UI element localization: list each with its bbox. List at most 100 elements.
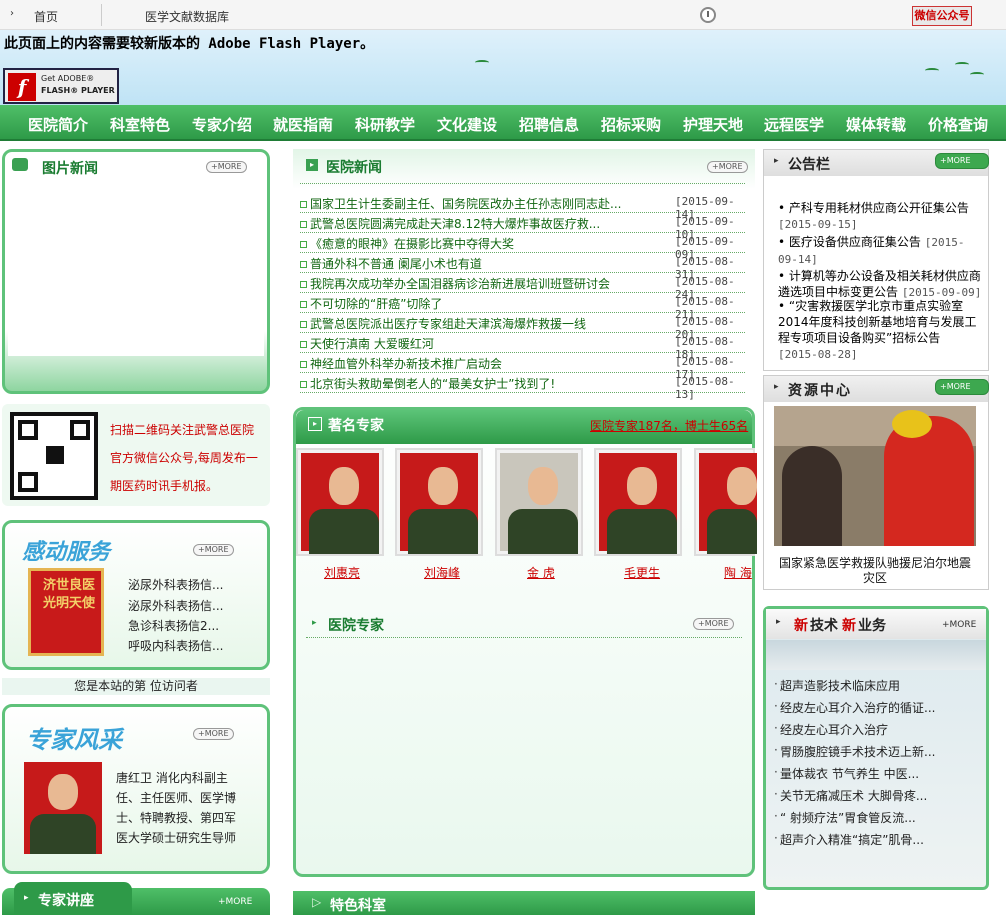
arrow-icon: ▸ — [308, 417, 322, 431]
news-title[interactable]: 我院再次成功举办全国泪器病诊治新进展培训班暨研讨会 — [310, 275, 640, 292]
news-item[interactable]: 武警总医院派出医疗专家组赴天津滨海爆炸救援一线 [2015-08-20] — [300, 313, 745, 341]
nav-item[interactable]: 医院简介 — [28, 114, 88, 135]
nav-item[interactable]: 远程医学 — [764, 114, 824, 135]
home-link[interactable]: 首页 — [34, 8, 58, 25]
news-title[interactable]: 国家卫生计生委副主任、国务院医改办主任孙志刚同志赴... — [310, 195, 640, 212]
list-item[interactable]: 经皮左心耳介入治疗 — [774, 721, 888, 738]
news-item[interactable]: 北京街头救助晕倒老人的“最美女护士”找到了! [2015-08-13] — [300, 373, 745, 401]
database-link[interactable]: 医学文献数据库 — [145, 8, 229, 25]
bird-icon — [970, 72, 984, 77]
newtech-title-a: 新 — [794, 618, 808, 634]
touching-more-button[interactable]: +MORE — [193, 544, 234, 556]
expert-lecture-more-button[interactable]: +MORE — [218, 897, 252, 907]
qr-code-icon — [10, 412, 98, 500]
notice-item-title[interactable]: 产科专用耗材供应商公开征集公告 — [789, 201, 969, 215]
notice-item-date: [2015-08-28] — [778, 348, 858, 361]
news-title[interactable]: 神经血管外科举办新技术推广启动会 — [310, 355, 640, 372]
nav-item[interactable]: 科室特色 — [110, 114, 170, 135]
expert-photo[interactable] — [296, 448, 384, 556]
divider — [300, 183, 745, 184]
expert-portrait[interactable] — [24, 762, 102, 854]
news-title[interactable]: 武警总医院派出医疗专家组赴天津滨海爆炸救援一线 — [310, 315, 640, 332]
hospital-experts-more-button[interactable]: +MORE — [693, 618, 734, 630]
famous-experts-title: 著名专家 — [328, 418, 384, 434]
news-item[interactable]: 武警总医院圆满完成赴天津8.12特大爆炸事故医疗救... [2015-09-10] — [300, 213, 745, 241]
list-item[interactable]: “ 射频疗法”胃食管反流... — [774, 809, 916, 826]
news-item[interactable]: 神经血管外科举办新技术推广启动会 [2015-08-17] — [300, 353, 745, 381]
arrow-icon: ▸ — [776, 617, 781, 627]
news-item[interactable]: 不可切除的“肝癌”切除了 [2015-08-21] — [300, 293, 745, 321]
list-item[interactable]: 急诊科表扬信2... — [128, 617, 219, 634]
banner: 此页面上的内容需要较新版本的 Adobe Flash Player。 f Get… — [0, 30, 1006, 105]
expert-name-link[interactable]: 金 虎 — [527, 564, 555, 581]
nav-item[interactable]: 招聘信息 — [519, 114, 579, 135]
qr-description: 扫描二维码关注武警总医院官方微信公众号,每周发布一期医药时讯手机报。 — [110, 423, 258, 493]
featured-dept-title: 特色科室 — [330, 898, 386, 914]
list-item[interactable]: 超声介入精准“搞定”肌骨... — [774, 831, 924, 848]
flash-icon: f — [8, 73, 36, 101]
get-flash-button[interactable]: f Get ADOBE® FLASH® PLAYER — [3, 68, 119, 104]
list-item[interactable]: 泌尿外科表扬信... — [128, 576, 223, 593]
news-title[interactable]: 不可切除的“肝癌”切除了 — [310, 295, 640, 312]
news-title[interactable]: 北京街头救助晕倒老人的“最美女护士”找到了! — [310, 375, 640, 392]
list-item[interactable]: 呼吸内科表扬信... — [128, 637, 223, 654]
news-item[interactable]: 天使行滇南 大爱暖红河 [2015-08-18] — [300, 333, 745, 361]
arrow-icon: ▸ — [774, 156, 779, 166]
expert-name-link[interactable]: 陶 海 — [724, 564, 752, 581]
resource-more-button[interactable]: +MORE — [935, 379, 989, 395]
expert-photo[interactable] — [495, 448, 583, 556]
nav-item[interactable]: 价格查询 — [928, 114, 988, 135]
notice-title: 公告栏 — [788, 157, 830, 173]
hospital-news-more-button[interactable]: +MORE — [707, 161, 748, 173]
photo-news-more-button[interactable]: +MORE — [206, 161, 247, 173]
expert-count-link[interactable]: 医院专家187名，博士生65名 — [590, 417, 748, 434]
expert-photo[interactable] — [694, 448, 757, 556]
notice-item-date: [2015-09-15] — [778, 218, 858, 231]
nav-item[interactable]: 专家介绍 — [192, 114, 252, 135]
expert-photo[interactable] — [594, 448, 682, 556]
expert-name-link[interactable]: 刘惠亮 — [324, 564, 360, 581]
notice-item[interactable]: • 医疗设备供应商征集公告 [2015-09-14] — [778, 234, 983, 268]
notice-item[interactable]: • “灾害救援医学北京市重点实验室2014年度科技创新基地培育与发展工程专项项目… — [778, 298, 983, 362]
newtech-title-c: 新 — [842, 618, 856, 634]
arrow-icon: ▸ — [312, 618, 317, 628]
list-item[interactable]: 泌尿外科表扬信... — [128, 597, 223, 614]
notice-item[interactable]: • 计算机等办公设备及相关耗材供应商遴选项目中标变更公告 [2015-09-09… — [778, 268, 983, 301]
news-item[interactable]: 普通外科不普通 阑尾小术也有道 [2015-08-31] — [300, 253, 745, 281]
notice-item-title[interactable]: “灾害救援医学北京市重点实验室2014年度科技创新基地培育与发展工程专项项目设备… — [778, 299, 977, 345]
nav-item[interactable]: 招标采购 — [601, 114, 661, 135]
rescue-photo[interactable] — [774, 406, 976, 546]
expert-photo[interactable] — [395, 448, 483, 556]
expert-name-link[interactable]: 刘海峰 — [424, 564, 460, 581]
news-item[interactable]: 我院再次成功举办全国泪器病诊治新进展培训班暨研讨会 [2015-08-24] — [300, 273, 745, 301]
nav-item[interactable]: 文化建设 — [437, 114, 497, 135]
expert-name-link[interactable]: 毛更生 — [624, 564, 660, 581]
list-item[interactable]: 关节无痛减压术 大脚骨疼... — [774, 787, 927, 804]
notice-item-title[interactable]: 医疗设备供应商征集公告 — [789, 235, 921, 249]
notice-item[interactable]: • 产科专用耗材供应商公开征集公告 [2015-09-15] — [778, 200, 983, 233]
expert-style-more-button[interactable]: +MORE — [193, 728, 234, 740]
wechat-link[interactable]: 微信公众号 — [912, 6, 972, 26]
news-item[interactable]: 《癒意的眼神》在摄影比赛中夺得大奖 [2015-09-09] — [300, 233, 745, 261]
list-item[interactable]: 胃肠腹腔镜手术技术迈上新... — [774, 743, 935, 760]
news-title[interactable]: 武警总医院圆满完成赴天津8.12特大爆炸事故医疗救... — [310, 215, 640, 232]
nav-item[interactable]: 就医指南 — [273, 114, 333, 135]
list-item[interactable]: 量体裁衣 节气养生 中医... — [774, 765, 919, 782]
nav-item[interactable]: 媒体转载 — [846, 114, 906, 135]
newtech-more-button[interactable]: +MORE — [942, 620, 976, 630]
building-image — [766, 640, 986, 670]
notice-more-button[interactable]: +MORE — [935, 153, 989, 169]
service-banner: 济世良医 光明天使 — [28, 568, 104, 656]
news-title[interactable]: 天使行滇南 大爱暖红河 — [310, 335, 640, 352]
photo-news-title: 图片新闻 — [42, 161, 98, 177]
list-item[interactable]: 经皮左心耳介入治疗的循证... — [774, 699, 935, 716]
news-title[interactable]: 普通外科不普通 阑尾小术也有道 — [310, 255, 640, 272]
nav-item[interactable]: 护理天地 — [683, 114, 743, 135]
nav-item[interactable]: 科研教学 — [355, 114, 415, 135]
news-title[interactable]: 《癒意的眼神》在摄影比赛中夺得大奖 — [310, 235, 640, 252]
divider — [306, 637, 742, 638]
list-item[interactable]: 超声造影技术临床应用 — [774, 677, 900, 694]
news-item[interactable]: 国家卫生计生委副主任、国务院医改办主任孙志刚同志赴... [2015-09-14] — [300, 193, 745, 221]
expert-style-text: 唐红卫 消化内科副主任、主任医师、医学博士、特聘教授、第四军医大学硕士研究生导师 — [116, 771, 237, 845]
main-nav: 医院简介 科室特色 专家介绍 就医指南 科研教学 文化建设 招聘信息 招标采购 … — [0, 105, 1006, 141]
